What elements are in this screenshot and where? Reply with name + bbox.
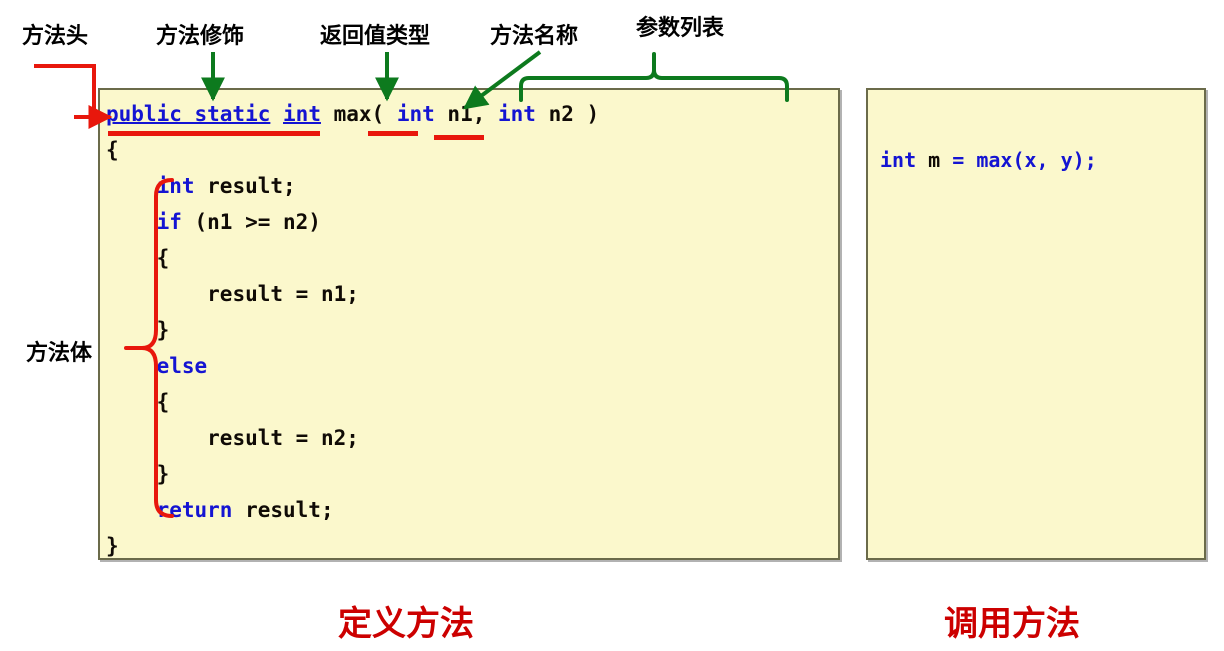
- return-type-underline: [368, 131, 418, 136]
- code-token: int: [283, 102, 321, 126]
- code-line: public static int max( int n1, int n2 ): [106, 96, 834, 132]
- method-call-panel: int m = max(x, y);: [866, 88, 1206, 560]
- code-token: result = n2;: [207, 426, 359, 450]
- code-token: }: [106, 534, 119, 558]
- code-token: int: [396, 102, 435, 126]
- code-line: else: [106, 348, 834, 384]
- code-token: n1,: [434, 102, 498, 126]
- code-token: }: [156, 462, 170, 486]
- code-token: result = n1;: [207, 282, 359, 306]
- method-call-code: int m = max(x, y);: [880, 142, 1200, 178]
- code-line: return result;: [106, 492, 834, 528]
- code-token: if: [156, 210, 182, 234]
- caption-call-method: 调用方法: [944, 604, 1080, 644]
- label-method-head: 方法头: [22, 24, 89, 49]
- code-token: m: [916, 148, 941, 172]
- code-token: else: [156, 354, 208, 378]
- code-token: n2 ): [535, 102, 600, 126]
- code-token: }: [156, 318, 170, 342]
- method-name-underline: [434, 135, 484, 140]
- code-token: (n1 >= n2): [181, 210, 321, 234]
- code-token: = max(x, y);: [940, 148, 1097, 172]
- code-line: {: [106, 240, 834, 276]
- code-line: if (n1 >= n2): [106, 204, 834, 240]
- code-token: result;: [194, 174, 296, 198]
- code-token: {: [106, 138, 119, 162]
- caption-define-method: 定义方法: [338, 604, 474, 644]
- label-method-name: 方法名称: [490, 24, 579, 49]
- code-token: {: [156, 246, 170, 270]
- code-line: result = n2;: [106, 420, 834, 456]
- code-line: result = n1;: [106, 276, 834, 312]
- code-token: return: [156, 498, 233, 522]
- code-line: int result;: [106, 168, 834, 204]
- code-line: }: [106, 456, 834, 492]
- code-token: public static: [106, 102, 271, 126]
- label-parameter-list: 参数列表: [636, 16, 725, 41]
- code-token: max(: [333, 102, 397, 126]
- code-line: {: [106, 384, 834, 420]
- code-token: int: [498, 102, 536, 126]
- code-token: {: [156, 390, 170, 414]
- method-definition-code: public static int max( int n1, int n2 ) {…: [106, 96, 834, 564]
- code-token: int: [880, 148, 917, 172]
- code-token: int: [156, 174, 195, 198]
- code-token: result;: [232, 498, 334, 522]
- modifier-underline: [108, 131, 320, 136]
- code-line: }: [106, 528, 834, 564]
- code-line: }: [106, 312, 834, 348]
- label-return-type: 返回值类型: [320, 24, 431, 49]
- label-method-modifier: 方法修饰: [156, 24, 245, 49]
- code-line: int m = max(x, y);: [880, 142, 1200, 178]
- label-method-body: 方法体: [26, 341, 93, 366]
- method-definition-panel: public static int max( int n1, int n2 ) {…: [98, 88, 840, 560]
